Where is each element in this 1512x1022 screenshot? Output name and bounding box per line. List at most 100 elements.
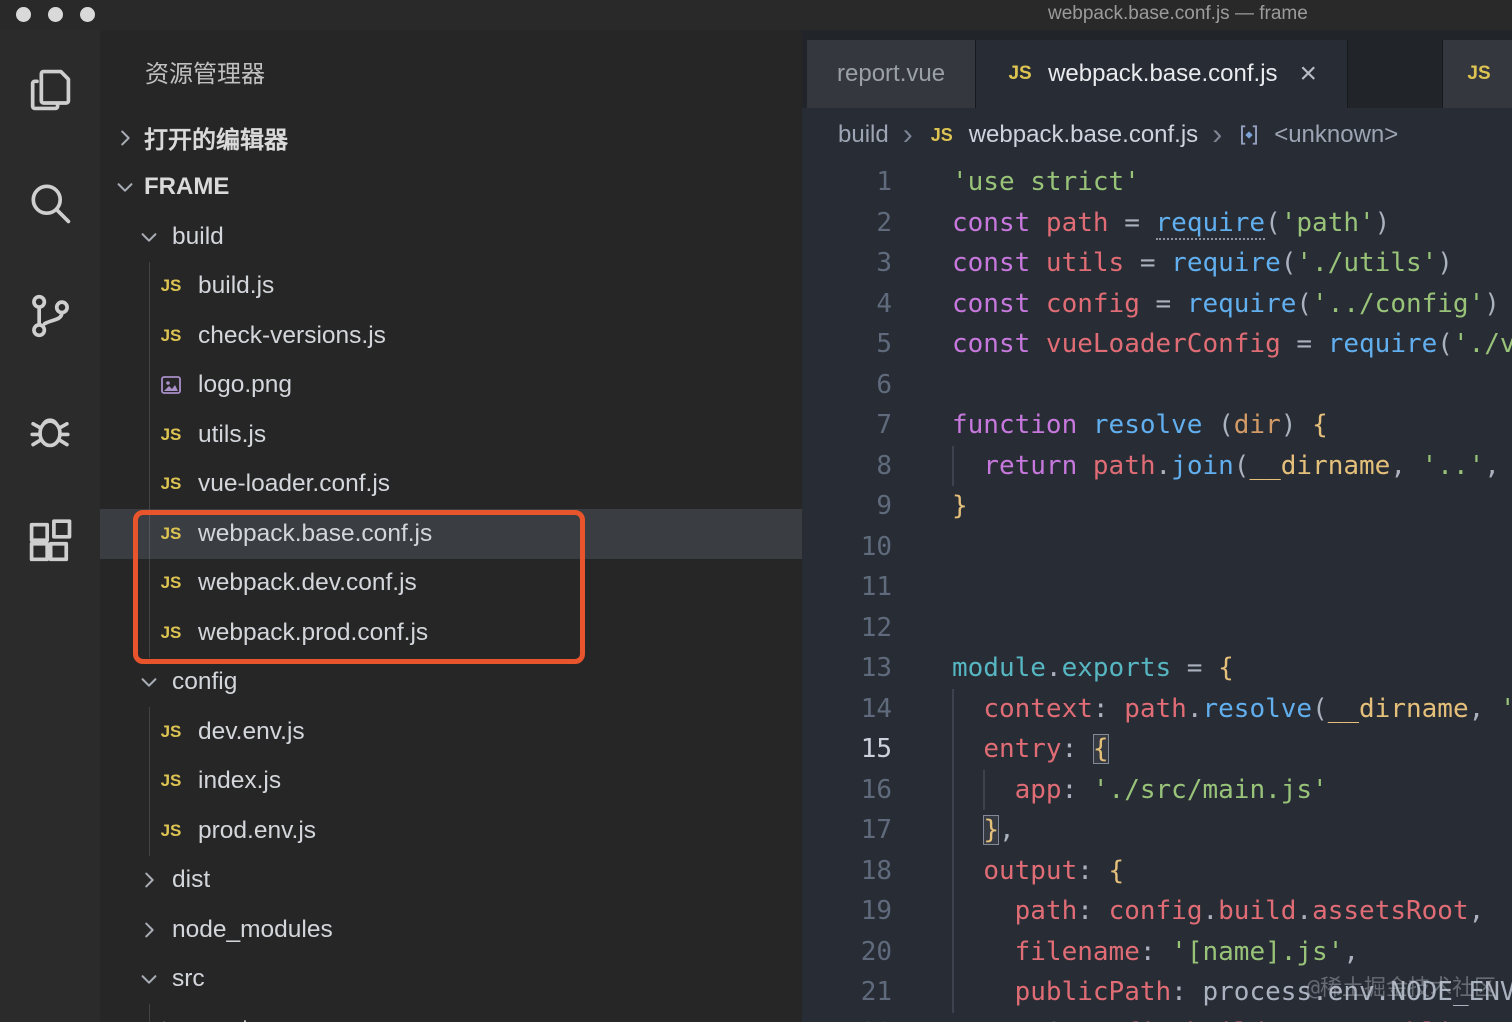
frame-section-label: FRAME (144, 173, 230, 201)
js-file-icon: JS (160, 325, 182, 345)
tree-item-logo-png[interactable]: logo.png (100, 361, 802, 411)
code-line-text: app: './src/main.js' (892, 775, 1328, 805)
line-number: 2 (876, 207, 892, 238)
tree-item-config[interactable]: config (100, 658, 802, 708)
code-token: = (1124, 248, 1172, 279)
breadcrumb-item-webpack-base-conf-js[interactable]: webpack.base.conf.js (969, 121, 1198, 149)
code-token: ( (1280, 248, 1297, 279)
indent-guide (952, 688, 954, 1013)
tab-report-vue[interactable]: report.vue (807, 40, 977, 108)
zoom-window-button[interactable] (80, 7, 95, 22)
chevron-right-icon (156, 1018, 178, 1022)
search-button[interactable] (24, 177, 76, 229)
open-editors-section-header[interactable]: 打开的编辑器 (100, 113, 802, 163)
close-window-button[interactable] (16, 7, 31, 22)
code-line[interactable]: 10 (802, 527, 1512, 568)
tree-item-prod-env-js[interactable]: JS prod.env.js (100, 806, 802, 856)
code-line[interactable]: 6 (802, 365, 1512, 406)
tree-item-assets[interactable]: assets (100, 1004, 802, 1022)
chevron-right-icon (114, 127, 136, 149)
line-number: 9 (876, 491, 892, 522)
code-token: . (1202, 896, 1219, 927)
tree-item-webpack-dev-conf-js[interactable]: JS webpack.dev.conf.js (100, 559, 802, 609)
code-line[interactable]: 17 }, (802, 810, 1512, 851)
frame-section-header[interactable]: FRAME (100, 163, 802, 213)
editor-group: report.vue JS webpack.base.conf.js × JS buil… (802, 30, 1512, 1022)
code-line[interactable]: 4 const config = require('../config') (802, 284, 1512, 325)
code-token: : (1139, 936, 1172, 967)
chevron-right-icon (138, 869, 160, 891)
code-token: function (952, 410, 1078, 441)
code-token: . (1296, 896, 1313, 927)
debug-button[interactable] (24, 403, 76, 455)
code-token: '..' (1421, 450, 1485, 481)
open-editors-label: 打开的编辑器 (144, 127, 288, 155)
code-line[interactable]: 13 module.exports = { (802, 648, 1512, 689)
code-line[interactable]: 14 context: path.resolve(__dirname, '../… (802, 689, 1512, 730)
code-token: path (1124, 693, 1187, 724)
code-token: . (1045, 653, 1062, 684)
tree-item-build-js[interactable]: JS build.js (100, 262, 802, 312)
line-number: 1 (876, 167, 892, 198)
code-line-text: const utils = require('./utils') (892, 248, 1453, 278)
code-token: , (1343, 936, 1360, 967)
code-line[interactable]: 19 path: config.build.assetsRoot, (802, 891, 1512, 932)
tree-item-webpack-prod-conf-js[interactable]: JS webpack.prod.conf.js (100, 608, 802, 658)
tree-item-webpack-base-conf-js[interactable]: JS webpack.base.conf.js (100, 509, 802, 559)
extensions-button[interactable] (24, 516, 76, 568)
code-line[interactable]: 16 app: './src/main.js' (802, 770, 1512, 811)
line-number: 22 (802, 1018, 892, 1022)
code-token: 'use strict' (952, 167, 1140, 198)
code-line[interactable]: 9} (802, 486, 1512, 527)
tab-webpack-base-conf-js[interactable]: JS webpack.base.conf.js × (976, 40, 1349, 108)
code-line[interactable]: 2 const path = require('path') (802, 203, 1512, 244)
code-token: exports (1061, 653, 1172, 684)
code-line-text: const config = require('../config') (892, 289, 1500, 319)
code-editor[interactable]: @稀土掘金技术社区 1'use strict' 2 const path = req… (802, 162, 1512, 1022)
code-token: assetsPublicPath (1281, 1018, 1512, 1022)
tree-item-dev-env-js[interactable]: JS dev.env.js (100, 707, 802, 757)
extensions-icon (29, 519, 72, 562)
code-token: , (1468, 896, 1485, 927)
code-line[interactable]: 8 return path.join(__dirname, '..', dir) (802, 446, 1512, 487)
close-tab-icon[interactable]: × (1300, 59, 1318, 89)
breadcrumb-item-build[interactable]: build (838, 121, 889, 149)
tree-item-vue-loader-conf-js[interactable]: JS vue-loader.conf.js (100, 460, 802, 510)
code-line[interactable]: 12 (802, 608, 1512, 649)
tree-item-label: vue-loader.conf.js (198, 470, 391, 498)
code-line[interactable]: 1 'use strict' (802, 162, 1512, 203)
code-line[interactable]: 11 (802, 567, 1512, 608)
tree-item-utils-js[interactable]: JS utils.js (100, 410, 802, 460)
code-token: const (952, 248, 1046, 279)
code-token: . (1186, 693, 1203, 724)
code-line[interactable]: 20 filename: '[name].js', (802, 932, 1512, 973)
code-token: './vue-loader.conf' (1452, 329, 1512, 360)
tree-item-index-js[interactable]: JS index.js (100, 757, 802, 807)
code-token: ) (1484, 288, 1500, 319)
code-line[interactable]: 7 function resolve (dir) { (802, 405, 1512, 446)
chevron-down-icon (138, 968, 160, 990)
tab-bar: report.vue JS webpack.base.conf.js × JS (802, 30, 1512, 108)
tree-item-check-versions-js[interactable]: JS check-versions.js (100, 311, 802, 361)
code-line[interactable]: 18 output: { (802, 851, 1512, 892)
tab-overflow[interactable]: JS (1442, 40, 1512, 108)
code-token: { (1108, 855, 1125, 886)
js-file-icon: JS (160, 721, 182, 741)
minimize-window-button[interactable] (48, 7, 63, 22)
line-number: 5 (876, 329, 892, 360)
tree-item-node-modules[interactable]: node_modules (100, 905, 802, 955)
tree-item-src[interactable]: src (100, 955, 802, 1005)
code-line[interactable]: 22 ? config.build.assetsPublicPath (802, 1013, 1512, 1022)
source-control-button[interactable] (24, 290, 76, 342)
code-line[interactable]: 5const vueLoaderConfig = require('./vue-… (802, 324, 1512, 365)
code-line-text: const vueLoaderConfig = require('./vue-l… (892, 329, 1512, 359)
explorer-button[interactable] (24, 64, 76, 116)
tree-item-dist[interactable]: dist (100, 856, 802, 906)
code-token: , (1484, 450, 1500, 481)
breadcrumb-item-unknown[interactable]: <unknown> (1274, 121, 1398, 149)
code-line[interactable]: 3 const utils = require('./utils') (802, 243, 1512, 284)
tree-item-build[interactable]: build (100, 212, 802, 262)
code-line[interactable]: 15 entry: { (802, 729, 1512, 770)
